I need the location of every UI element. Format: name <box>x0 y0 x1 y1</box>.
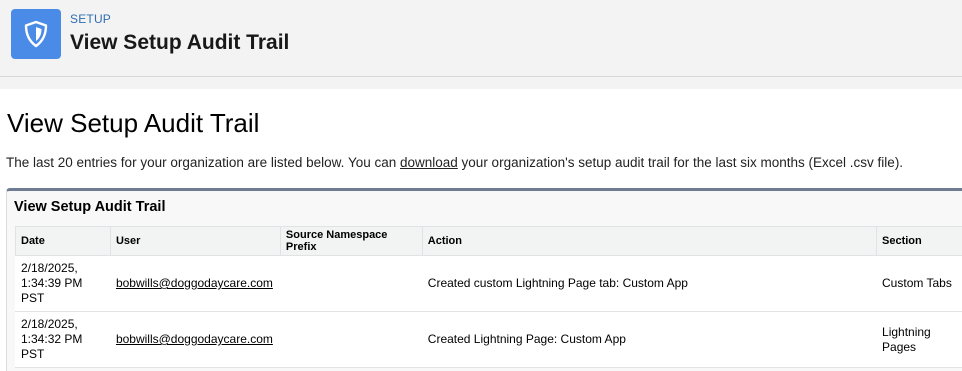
cell-date: 2/18/2025, 1:34:32 PM PST <box>16 312 111 368</box>
table-header-row: Date User Source Namespace Prefix Action… <box>16 227 962 256</box>
header-eyebrow: SETUP <box>70 12 111 26</box>
download-link[interactable]: download <box>400 155 458 170</box>
table-row: 2/18/2025, 1:34:32 PM PST bobwills@doggo… <box>16 312 962 368</box>
audit-trail-panel: View Setup Audit Trail Date User Source … <box>6 188 962 371</box>
cell-action: Created Lightning Page: Custom App <box>422 312 876 368</box>
cell-action: Created custom Lightning Page tab: Custo… <box>422 256 876 312</box>
column-header-action[interactable]: Action <box>422 227 876 256</box>
setup-app-icon <box>11 9 61 59</box>
cell-source-namespace-prefix <box>280 312 422 368</box>
audit-trail-table: Date User Source Namespace Prefix Action… <box>15 226 962 368</box>
column-header-source-namespace-prefix[interactable]: Source Namespace Prefix <box>280 227 422 256</box>
intro-text: The last 20 entries for your organizatio… <box>6 155 903 170</box>
table-row: 2/18/2025, 1:34:39 PM PST bobwills@doggo… <box>16 256 962 312</box>
cell-source-namespace-prefix <box>280 256 422 312</box>
cell-section: Custom Tabs <box>877 256 962 312</box>
user-link[interactable]: bobwills@doggodaycare.com <box>116 276 273 290</box>
column-header-user[interactable]: User <box>110 227 280 256</box>
panel-title: View Setup Audit Trail <box>14 199 165 215</box>
cell-section: Lightning Pages <box>877 312 962 368</box>
cell-user: bobwills@doggodaycare.com <box>110 312 280 368</box>
header-title: View Setup Audit Trail <box>70 31 289 55</box>
cell-user: bobwills@doggodaycare.com <box>110 256 280 312</box>
header-band <box>0 77 962 89</box>
user-link[interactable]: bobwills@doggodaycare.com <box>116 332 273 346</box>
page-heading: View Setup Audit Trail <box>7 108 259 139</box>
intro-text-before: The last 20 entries for your organizatio… <box>6 155 400 170</box>
shield-icon <box>23 20 49 48</box>
intro-text-after: your organization's setup audit trail fo… <box>458 155 903 170</box>
column-header-date[interactable]: Date <box>16 227 111 256</box>
cell-date: 2/18/2025, 1:34:39 PM PST <box>16 256 111 312</box>
page-header: SETUP View Setup Audit Trail <box>0 0 962 77</box>
column-header-section[interactable]: Section <box>877 227 962 256</box>
